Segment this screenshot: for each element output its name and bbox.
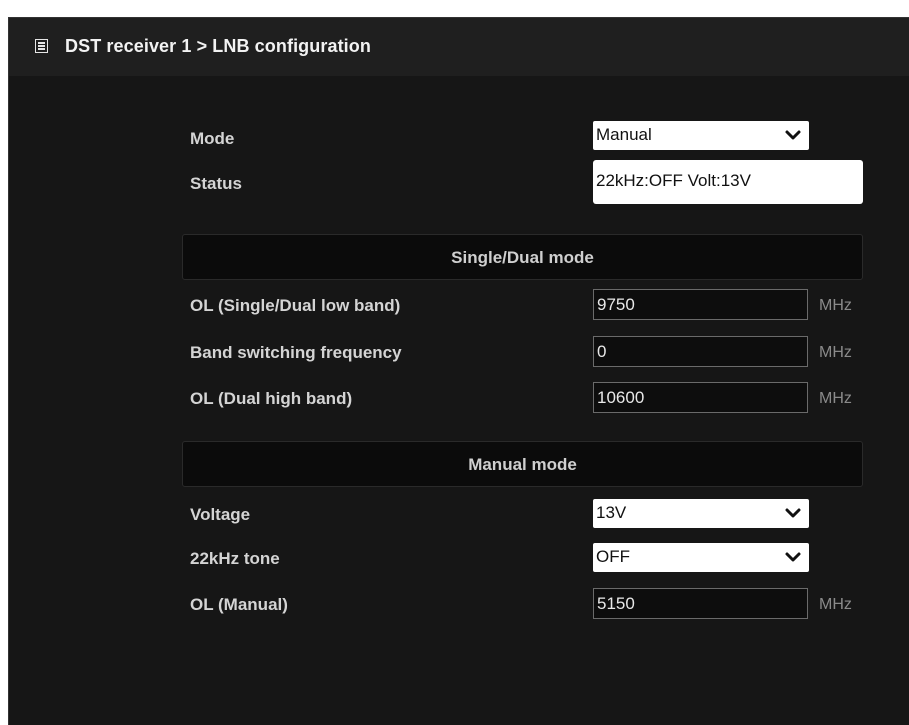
single-dual-mode-header: Single/Dual mode <box>182 234 863 280</box>
mode-select[interactable]: Manual <box>593 121 809 150</box>
ol-manual-unit: MHz <box>819 596 852 613</box>
ol-low-band-value: 9750 <box>597 295 635 314</box>
ol-high-band-value: 10600 <box>597 388 645 407</box>
manual-mode-heading: Manual mode <box>468 455 577 474</box>
voltage-label: Voltage <box>190 505 251 524</box>
chevron-down-icon <box>785 130 801 140</box>
band-switching-input[interactable]: 0 <box>593 336 808 367</box>
band-switching-value: 0 <box>597 342 607 361</box>
voltage-select[interactable]: 13V <box>593 499 809 528</box>
status-label: Status <box>190 174 242 193</box>
ol-low-band-unit: MHz <box>819 297 852 314</box>
ol-manual-value: 5150 <box>597 594 635 613</box>
manual-mode-header: Manual mode <box>182 441 863 487</box>
lnb-config-panel: DST receiver 1 > LNB configuration Mode … <box>8 17 909 725</box>
band-switching-label: Band switching frequency <box>190 343 402 362</box>
band-switching-unit: MHz <box>819 344 852 361</box>
status-value: 22kHz:OFF Volt:13V <box>596 171 751 190</box>
page-title: DST receiver 1 > LNB configuration <box>65 36 371 56</box>
status-value-box: 22kHz:OFF Volt:13V <box>593 160 863 204</box>
tone-select[interactable]: OFF <box>593 543 809 572</box>
tone-label: 22kHz tone <box>190 549 280 568</box>
chevron-down-icon <box>785 508 801 518</box>
ol-manual-input[interactable]: 5150 <box>593 588 808 619</box>
single-dual-mode-heading: Single/Dual mode <box>451 248 594 267</box>
ol-high-band-label: OL (Dual high band) <box>190 389 353 408</box>
mode-label: Mode <box>190 129 235 148</box>
mode-value: Manual <box>596 125 652 144</box>
chevron-down-icon <box>785 552 801 562</box>
ol-low-band-input[interactable]: 9750 <box>593 289 808 320</box>
list-icon <box>35 39 48 53</box>
tone-value: OFF <box>596 547 630 566</box>
ol-manual-label: OL (Manual) <box>190 595 288 614</box>
voltage-value: 13V <box>596 503 627 522</box>
ol-low-band-label: OL (Single/Dual low band) <box>190 296 401 315</box>
ol-high-band-unit: MHz <box>819 390 852 407</box>
title-bar: DST receiver 1 > LNB configuration <box>9 18 909 76</box>
ol-high-band-input[interactable]: 10600 <box>593 382 808 413</box>
